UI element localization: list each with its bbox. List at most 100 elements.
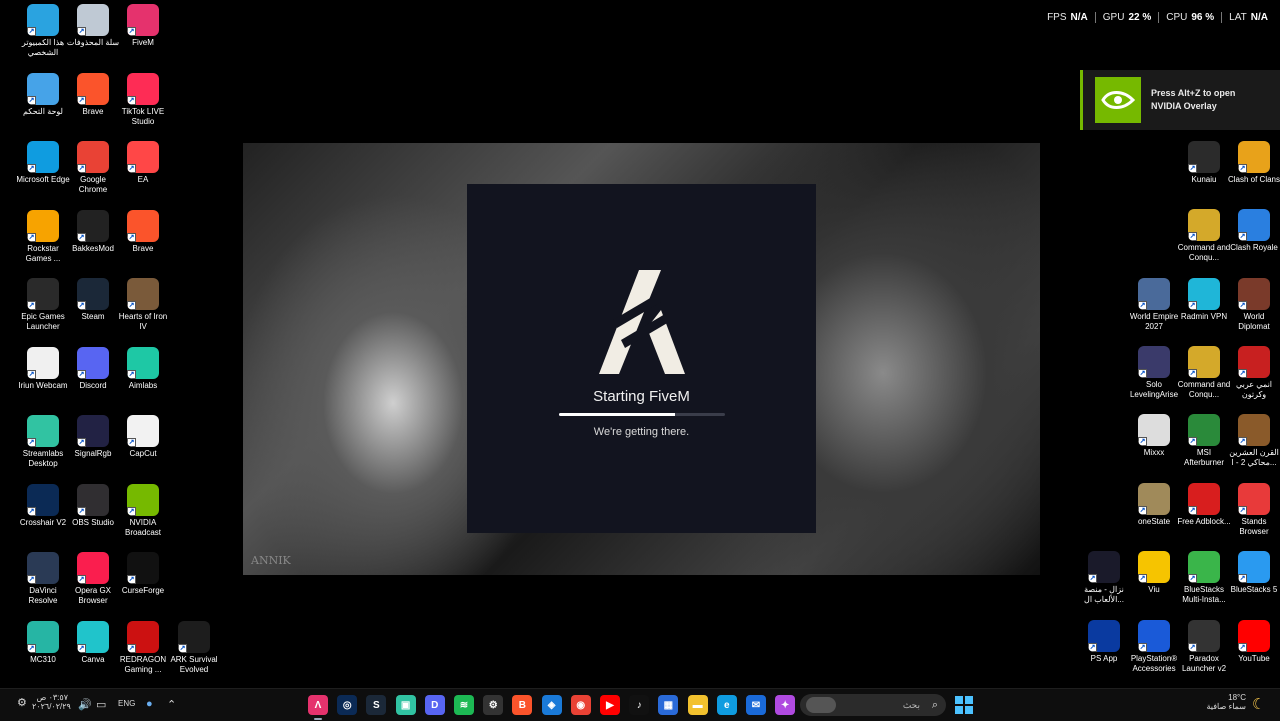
- chevron-up-icon[interactable]: ⌃: [167, 698, 176, 711]
- clock[interactable]: ٠٣:٥٧ ص ٢٠٢٦/٠٢/٢٩: [32, 693, 71, 711]
- remote-taskbar-icon[interactable]: ◈: [541, 695, 562, 715]
- brave-taskbar-icon[interactable]: B: [512, 695, 533, 715]
- notification-icon[interactable]: ⚙: [17, 696, 27, 709]
- performance-overlay: FPS N/A GPU 22 % CPU 96 % LAT N/A: [1040, 12, 1268, 23]
- start-button[interactable]: [954, 695, 974, 715]
- file-explorer-taskbar-icon[interactable]: ▬: [687, 695, 708, 715]
- microphone-icon[interactable]: ●: [146, 698, 153, 710]
- desktop-icon-right-22[interactable]: ↗ Paradox Launcher v2: [1177, 620, 1231, 674]
- chrome-taskbar-icon[interactable]: ◉: [570, 695, 591, 715]
- desktop-icon-left-6[interactable]: ↗ Microsoft Edge: [16, 141, 70, 185]
- desktop-icon-left-1[interactable]: ↗ سلة المحذوفات: [66, 4, 120, 48]
- desktop-icon-right-9[interactable]: ↗ انمي عربي وكرتون: [1227, 346, 1280, 400]
- desktop-icon-right-11[interactable]: ↗ MSI Afterburner: [1177, 414, 1231, 468]
- discord-taskbar-icon[interactable]: D: [424, 695, 445, 715]
- desktop-icon-right-13[interactable]: ↗ oneState: [1127, 483, 1181, 527]
- desktop-icon-left-7[interactable]: ↗ Google Chrome: [66, 141, 120, 195]
- desktop-icon-label: Clash Royale: [1230, 243, 1278, 252]
- desktop-icon-left-9[interactable]: ↗ Rockstar Games ...: [16, 209, 70, 264]
- shortcut-arrow-icon: ↗: [27, 95, 36, 105]
- desktop-icon-right-16[interactable]: ↗ نزال - منصة الألعاب ال...: [1077, 551, 1131, 605]
- nvidia-overlay-toast[interactable]: Press Alt+Z to open NVIDIA Overlay: [1080, 70, 1280, 130]
- crosshair-taskbar-icon[interactable]: ◎: [337, 695, 358, 715]
- desktop-icon-left-12[interactable]: ↗ Epic Games Launcher: [16, 278, 70, 332]
- desktop-icon-left-3[interactable]: ↗ لوحة التحكم: [16, 72, 70, 117]
- desktop-icon-left-23[interactable]: ↗ NVIDIA Broadcast: [116, 483, 170, 538]
- desktop-icon-left-25[interactable]: ↗ Opera GX Browser: [66, 552, 120, 606]
- desktop-icon-left-15[interactable]: ↗ Iriun Webcam: [16, 346, 70, 391]
- desktop-icon-left-24[interactable]: ↗ DaVinci Resolve: [16, 552, 70, 606]
- kunaiu-icon: ↗: [1188, 141, 1220, 173]
- desktop-icon-label: CapCut: [129, 449, 157, 458]
- desktop-icon-right-4[interactable]: ↗ World Empire 2027: [1127, 278, 1181, 332]
- desktop-icon-left-5[interactable]: ↗ TikTok LIVE Studio: [116, 72, 170, 127]
- fps-label: FPS: [1047, 12, 1067, 23]
- desktop-icon-right-18[interactable]: ↗ BlueStacks Multi-Insta...: [1177, 551, 1231, 605]
- desktop-icon-left-30[interactable]: ↗ ARK Survival Evolved: [167, 620, 221, 675]
- taskbar-search[interactable]: بحث ⌕: [800, 694, 946, 716]
- desktop-icon-left-4[interactable]: ↗ Brave: [66, 72, 120, 117]
- desktop-icon-left-19[interactable]: ↗ SignalRgb: [66, 415, 120, 459]
- volume-icon[interactable]: 🔊: [78, 698, 92, 711]
- settings-taskbar-icon[interactable]: ⚙: [483, 695, 504, 715]
- desktop-icon-left-13[interactable]: ↗ Steam: [66, 278, 120, 322]
- desktop-icon-right-14[interactable]: ↗ Free Adblock...: [1177, 483, 1231, 527]
- fivem-taskbar-icon[interactable]: Λ: [308, 695, 328, 720]
- desktop-icon-left-17[interactable]: ↗ Aimlabs: [116, 346, 170, 391]
- mail-taskbar-icon[interactable]: ✉: [746, 695, 766, 715]
- desktop-icon-left-8[interactable]: ↗ EA: [116, 141, 170, 185]
- desktop-icon-left-0[interactable]: ↗ هذا الكمبيوتر الشخصي: [16, 4, 70, 58]
- youtube-taskbar-icon[interactable]: ▶: [600, 695, 620, 715]
- desktop-icon-left-10[interactable]: ↗ BakkesMod: [66, 209, 120, 254]
- desktop-icon-right-7[interactable]: ↗ Solo LevelingArise: [1127, 346, 1181, 400]
- streamlabs-taskbar-icon[interactable]: ▣: [395, 695, 416, 715]
- desktop-icon-right-1[interactable]: ↗ Clash of Clans: [1227, 141, 1280, 185]
- desktop-icon-left-26[interactable]: ↗ CurseForge: [116, 552, 170, 596]
- edge-taskbar-icon[interactable]: e: [716, 695, 737, 715]
- desktop-icon-left-16[interactable]: ↗ Discord: [66, 346, 120, 391]
- mixxx-icon: ↗: [1138, 414, 1170, 446]
- desktop-icon-right-20[interactable]: ↗ PS App: [1077, 620, 1131, 664]
- desktop-icon-left-20[interactable]: ↗ CapCut: [116, 415, 170, 459]
- desktop-icon-right-10[interactable]: ↗ Mixxx: [1127, 414, 1181, 458]
- desktop-icon-right-6[interactable]: ↗ World Diplomat: [1227, 278, 1280, 332]
- desktop-icon-right-3[interactable]: ↗ Clash Royale: [1227, 209, 1280, 253]
- search-placeholder: بحث: [902, 700, 920, 710]
- desktop-icon-right-21[interactable]: ↗ PlayStation® Accessories: [1127, 620, 1181, 674]
- store-taskbar-icon[interactable]: ▦: [658, 695, 679, 715]
- shortcut-arrow-icon: ↗: [77, 575, 86, 584]
- desktop-icon-left-14[interactable]: ↗ Hearts of Iron IV: [116, 278, 170, 332]
- desktop-icon-right-12[interactable]: ↗ القرن العشرين محاكي 2 - ا...: [1227, 414, 1280, 468]
- nvidia-toast-line1: Press Alt+Z to open: [1151, 88, 1236, 98]
- desktop-icon-left-11[interactable]: ↗ Brave: [116, 209, 170, 254]
- cpu-label: CPU: [1166, 12, 1188, 23]
- desktop-icon-label: Command and Conqu...: [1177, 243, 1231, 262]
- desktop-icon-left-18[interactable]: ↗ Streamlabs Desktop: [16, 415, 70, 469]
- desktop-icon-right-0[interactable]: ↗ Kunaiu: [1177, 141, 1231, 185]
- network-icon[interactable]: ▭: [96, 698, 106, 711]
- desktop-icon-left-27[interactable]: ↗ MC310: [16, 620, 70, 665]
- shortcut-arrow-icon: ↗: [1238, 574, 1247, 583]
- desktop-icon-label: Stands Browser: [1239, 517, 1269, 536]
- spotify-taskbar-icon[interactable]: ≋: [454, 695, 474, 715]
- edge-icon: ↗: [27, 141, 59, 173]
- desktop-icon-label: Opera GX Browser: [74, 586, 111, 605]
- desktop-icon-left-2[interactable]: ↗ FiveM: [116, 4, 170, 48]
- desktop-icon-left-29[interactable]: ↗ REDRAGON Gaming ...: [116, 620, 170, 675]
- desktop-icon-left-22[interactable]: ↗ OBS Studio: [66, 483, 120, 528]
- desktop-icon-right-23[interactable]: ↗ YouTube: [1227, 620, 1280, 664]
- desktop-icon-right-8[interactable]: ↗ Command and Conqu...: [1177, 346, 1231, 400]
- desktop-icon-right-5[interactable]: ↗ Radmin VPN: [1177, 278, 1231, 322]
- tiktok-taskbar-icon[interactable]: ♪: [629, 695, 650, 715]
- steam-taskbar-icon[interactable]: S: [366, 695, 387, 715]
- desktop-icon-left-21[interactable]: ↗ Crosshair V2: [16, 483, 70, 528]
- desktop-icon-right-2[interactable]: ↗ Command and Conqu...: [1177, 209, 1231, 263]
- desktop-icon-label: Free Adblock...: [1177, 517, 1231, 526]
- copilot-taskbar-icon[interactable]: ✦: [775, 695, 796, 715]
- desktop-icon-right-15[interactable]: ↗ Stands Browser: [1227, 483, 1280, 537]
- desktop-icon-right-17[interactable]: ↗ Viu: [1127, 551, 1181, 595]
- desktop-icon-left-28[interactable]: ↗ Canva: [66, 620, 120, 665]
- desktop-icon-right-19[interactable]: ↗ BlueStacks 5: [1227, 551, 1280, 595]
- language-indicator[interactable]: ENG: [118, 699, 135, 708]
- weather-widget[interactable]: 18°C سماء صافية: [1196, 693, 1246, 711]
